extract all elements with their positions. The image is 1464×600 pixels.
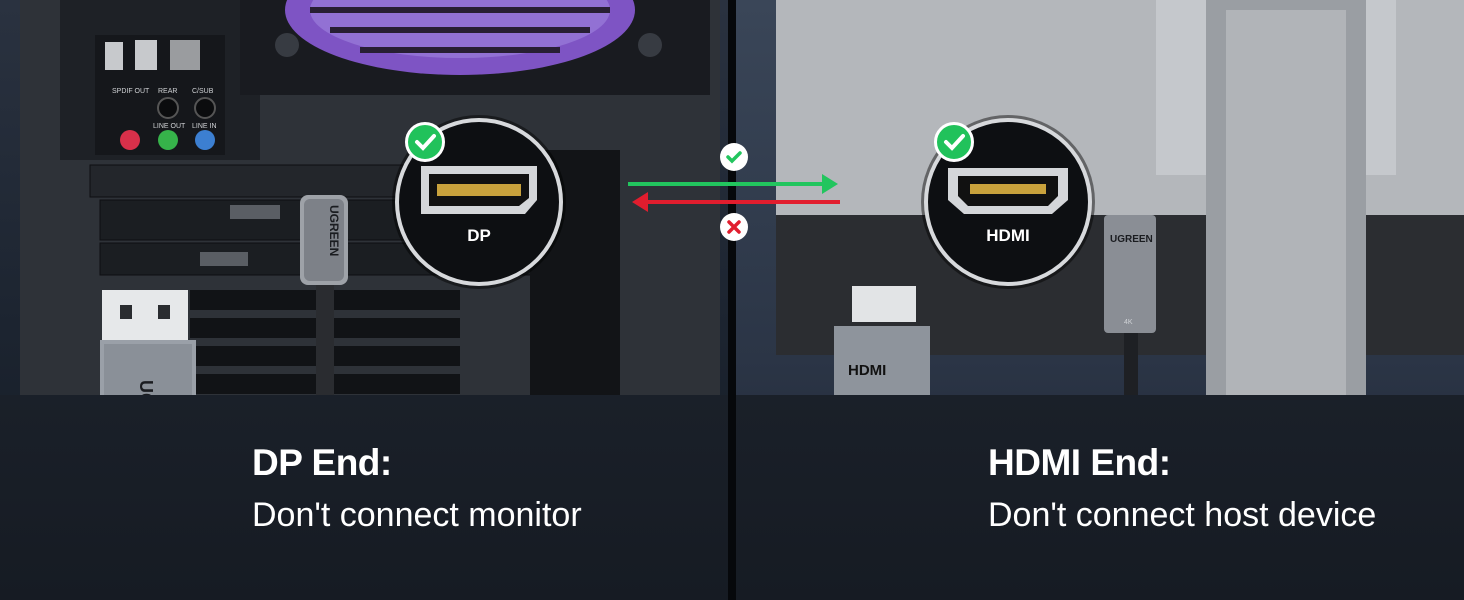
dp-caption: DP End: Don't connect monitor — [252, 442, 582, 535]
adapter-mark-text: 4K — [1124, 319, 1133, 326]
dp-check-icon — [405, 122, 445, 162]
hdmi-logo-text: HDMI — [848, 362, 886, 379]
dp-badge-label: DP — [467, 226, 491, 245]
cable-brand-text: UGREEN — [327, 205, 341, 256]
product-image: SPDIF OUT REAR C/SUB LINE OUT LINE IN UG… — [0, 0, 1464, 600]
hdmi-caption: HDMI End: Don't connect host device — [988, 442, 1376, 535]
hdmi-end-panel: UGREEN 4K HDMI HDMI HDMI End: Don't conn… — [736, 0, 1464, 600]
line-in-jack — [195, 130, 215, 150]
hdmi-adapter-plugged: UGREEN 4K — [1104, 215, 1156, 395]
dp-caption-title: DP End: — [252, 442, 392, 483]
dp-caption-subtitle: Don't connect monitor — [252, 496, 582, 534]
rear-label: REAR — [158, 88, 177, 95]
adapter-brand-text: UGREEN — [1110, 234, 1153, 245]
line-in-label: LINE IN — [192, 123, 217, 130]
hdmi-badge-label: HDMI — [986, 226, 1030, 245]
hdmi-check-icon — [934, 122, 974, 162]
line-out-label: LINE OUT — [153, 123, 186, 130]
panel-divider — [728, 0, 736, 600]
cross-icon — [720, 213, 748, 241]
mic-jack — [120, 130, 140, 150]
csub-label: C/SUB — [192, 88, 214, 95]
spdif-label: SPDIF OUT — [112, 88, 150, 95]
hdmi-caption-subtitle: Don't connect host device — [988, 496, 1377, 534]
dp-end-panel: SPDIF OUT REAR C/SUB LINE OUT LINE IN UG… — [0, 0, 728, 600]
hdmi-caption-title: HDMI End: — [988, 442, 1171, 483]
check-icon — [720, 143, 748, 171]
line-out-jack — [158, 130, 178, 150]
